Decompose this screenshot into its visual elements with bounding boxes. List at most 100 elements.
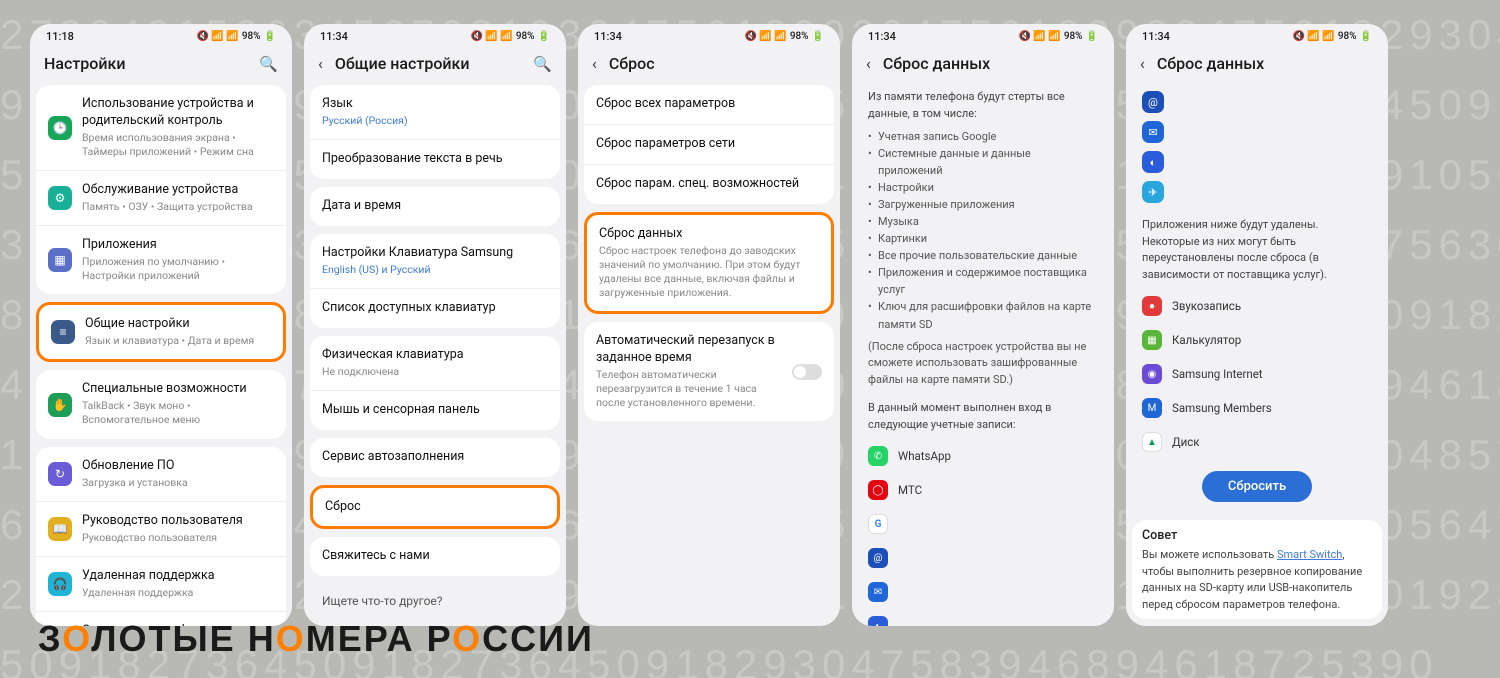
row-subtitle: TalkBack • Звук моно • Вспомогательное м… <box>82 399 274 427</box>
settings-row[interactable]: ✋Специальные возможностиTalkBack • Звук … <box>36 370 286 438</box>
row-subtitle: English (US) и Русский <box>322 263 548 277</box>
row-subtitle: Язык и клавиатура • Дата и время <box>85 334 271 348</box>
back-icon[interactable]: ‹ <box>866 54 871 73</box>
row-title: Обслуживание устройства <box>82 182 274 199</box>
search-icon[interactable]: 🔍 <box>259 55 278 73</box>
toggle-switch[interactable] <box>792 364 822 380</box>
account-row: ✉ <box>858 575 1108 609</box>
settings-group: ЯзыкРусский (Россия)Преобразование текст… <box>310 85 560 179</box>
status-icons: 🔇 📶 📶 98%🔋 <box>1018 31 1098 42</box>
status-icons: 🔇 📶 📶 98%🔋 <box>196 31 276 42</box>
title-bar: Настройки 🔍 <box>30 48 292 85</box>
row-title: Сброс парам. спец. возможностей <box>596 176 822 193</box>
account-label: WhatsApp <box>898 449 951 463</box>
app-icon: ◉ <box>1142 364 1162 384</box>
screenshot-1-settings: 11:18 🔇 📶 📶 98%🔋 Настройки 🔍 🕒Использова… <box>30 24 292 626</box>
title-bar: ‹ Сброс данных <box>1126 48 1388 85</box>
settings-row[interactable]: Сброс <box>313 488 557 527</box>
reset-button[interactable]: Сбросить <box>1202 471 1312 502</box>
account-icon: @ <box>1142 91 1164 113</box>
settings-row[interactable]: Список доступных клавиатур <box>310 288 560 328</box>
settings-row[interactable]: 📖 Руководство пользователяРуководство пол… <box>36 501 286 556</box>
row-title: Руководство пользователя <box>82 513 274 530</box>
back-icon[interactable]: ‹ <box>318 54 323 73</box>
settings-row[interactable]: ↻Обновление ПОЗагрузка и установка <box>36 447 286 501</box>
clock: 11:34 <box>594 30 622 43</box>
row-icon: ✋ <box>48 393 72 417</box>
settings-row[interactable]: Преобразование текста в речь <box>310 139 560 179</box>
settings-row[interactable]: ▦ПриложенияПриложения по умолчанию • Нас… <box>36 225 286 294</box>
title-bar: ‹ Сброс <box>578 48 840 85</box>
row-title: Список доступных клавиатур <box>322 300 548 317</box>
settings-group: ↻Обновление ПОЗагрузка и установка 📖 Руков… <box>36 447 286 626</box>
row-title: Свяжитесь с нами <box>322 548 548 565</box>
account-row: ✆WhatsApp <box>858 439 1108 473</box>
settings-group: Сброс данныхСброс настроек телефона до з… <box>584 212 834 315</box>
settings-group: Дата и время <box>310 187 560 226</box>
row-icon: 🕒 <box>48 116 72 140</box>
settings-row[interactable]: Свяжитесь с нами <box>310 537 560 576</box>
settings-row[interactable]: Автоматический перезапуск в заданное вре… <box>584 322 834 421</box>
settings-row[interactable]: Настройки Клавиатура SamsungEnglish (US)… <box>310 234 560 288</box>
app-row: ●Звукозапись <box>1132 289 1382 323</box>
back-icon[interactable]: ‹ <box>592 54 597 73</box>
settings-row[interactable]: Сброс параметров сети <box>584 124 834 164</box>
app-label: Samsung Members <box>1172 401 1272 415</box>
row-icon: 🎧 <box>48 572 72 596</box>
row-subtitle: Удаленная поддержка <box>82 586 274 600</box>
settings-row[interactable]: Сброс парам. спец. возможностей <box>584 164 834 204</box>
row-subtitle: Русский (Россия) <box>322 114 548 128</box>
account-row: @ <box>858 541 1108 575</box>
row-icon: 📖 <box>48 517 72 541</box>
account-row: G <box>858 507 1108 541</box>
settings-row[interactable]: Сброс данныхСброс настроек телефона до з… <box>587 215 831 312</box>
settings-row[interactable]: Сервис автозаполнения <box>310 438 560 477</box>
account-row: ◯МТС <box>858 473 1108 507</box>
settings-row[interactable]: Физическая клавиатураНе подключена <box>310 336 560 390</box>
app-row: ▦Калькулятор <box>1132 323 1382 357</box>
row-title: Язык <box>322 96 548 113</box>
settings-row[interactable]: ⚙Обслуживание устройстваПамять • ОЗУ • З… <box>36 170 286 225</box>
status-icons: 🔇 📶 📶 98%🔋 <box>470 31 550 42</box>
advice-text: Вы можете использовать Smart Switch, что… <box>1132 547 1382 619</box>
settings-group: ≡Общие настройкиЯзык и клавиатура • Дата… <box>36 302 286 362</box>
page-title: Настройки <box>44 54 247 73</box>
row-subtitle: Руководство пользователя <box>82 531 274 545</box>
row-title: Сброс данных <box>599 226 819 243</box>
list-item: Настройки <box>878 179 1098 196</box>
account-icon: @ <box>868 548 888 568</box>
settings-group: Сброс всех параметровСброс параметров се… <box>584 85 834 204</box>
row-title: Мышь и сенсорная панель <box>322 402 548 419</box>
app-row: MSamsung Members <box>1132 391 1382 425</box>
title-bar: ‹ Общие настройки 🔍 <box>304 48 566 85</box>
smart-switch-link[interactable]: Smart Switch <box>1277 548 1342 561</box>
settings-row[interactable]: 🕒 Использование устройства и родительский… <box>36 85 286 170</box>
row-icon: ⚙ <box>48 186 72 210</box>
intro-text: Из памяти телефона будут стерты все данн… <box>858 85 1108 128</box>
back-icon[interactable]: ‹ <box>1140 54 1145 73</box>
settings-row[interactable]: Дата и время <box>310 187 560 226</box>
screenshot-3-reset: 11:34 🔇 📶 📶 98%🔋 ‹ Сброс Сброс всех пара… <box>578 24 840 626</box>
settings-row[interactable]: Сброс всех параметров <box>584 85 834 124</box>
app-icon: ▦ <box>1142 330 1162 350</box>
list-item: Ключ для расшифровки файлов на карте пам… <box>878 298 1098 332</box>
search-icon[interactable]: 🔍 <box>533 55 552 73</box>
row-title: Сброс <box>325 499 545 516</box>
settings-group: ✋Специальные возможностиTalkBack • Звук … <box>36 370 286 438</box>
row-title: Настройки Клавиатура Samsung <box>322 245 548 262</box>
row-title: Использование устройства и родительский … <box>82 96 274 130</box>
advice-title: Совет <box>1132 520 1382 547</box>
settings-row[interactable]: Мышь и сенсорная панель <box>310 390 560 430</box>
list-item: Музыка <box>878 213 1098 230</box>
settings-row[interactable]: ЯзыкРусский (Россия) <box>310 85 560 139</box>
settings-group: Сброс <box>310 485 560 530</box>
settings-row[interactable]: 🎧Удаленная поддержкаУдаленная поддержка <box>36 556 286 611</box>
settings-row[interactable]: ≡Общие настройкиЯзык и клавиатура • Дата… <box>39 305 283 359</box>
accounts-header: В данный момент выполнен вход в следующи… <box>858 396 1108 439</box>
apps-intro: Приложения ниже будут удалены. Некоторые… <box>1132 209 1382 289</box>
app-label: Диск <box>1172 435 1200 449</box>
page-title: Сброс данных <box>1157 54 1374 73</box>
row-subtitle: Приложения по умолчанию • Настройки прил… <box>82 255 274 283</box>
list-item: Системные данные и данные приложений <box>878 145 1098 179</box>
list-item: Картинки <box>878 230 1098 247</box>
